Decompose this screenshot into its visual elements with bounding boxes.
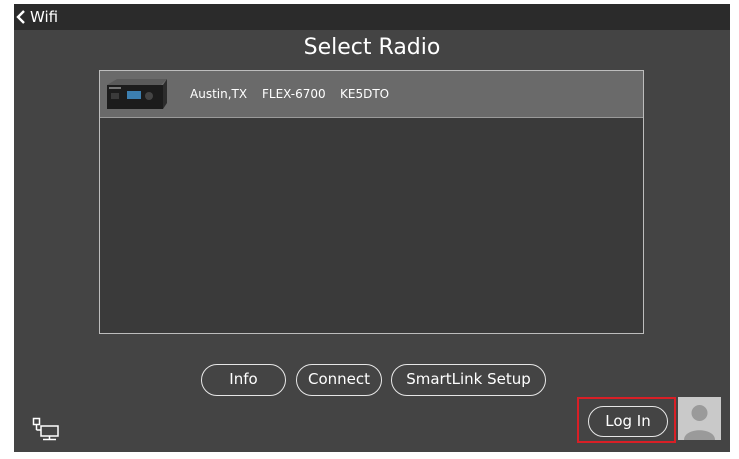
network-ethernet-icon [32, 417, 59, 441]
radio-location: Austin,TX [190, 87, 248, 101]
smartlink-setup-button[interactable]: SmartLink Setup [391, 364, 546, 396]
radio-callsign: KE5DTO [340, 87, 390, 101]
chevron-left-icon [16, 10, 25, 24]
user-avatar-icon [684, 405, 715, 440]
connect-button[interactable]: Connect [296, 364, 382, 396]
page-title: Select Radio [303, 35, 441, 60]
radio-model: FLEX-6700 [262, 87, 326, 101]
back-button[interactable]: Wifi [16, 6, 58, 28]
radio-device-icon [107, 79, 167, 109]
radio-list: Austin,TX FLEX-6700 KE5DTO [99, 70, 644, 334]
login-button[interactable]: Log In [588, 406, 668, 437]
back-label: Wifi [30, 8, 59, 26]
info-button[interactable]: Info [201, 364, 286, 396]
radio-list-item[interactable]: Austin,TX FLEX-6700 KE5DTO [100, 71, 643, 118]
top-bar: Wifi [14, 4, 730, 30]
user-avatar[interactable] [678, 397, 721, 440]
app-window: Wifi Select Radio Austin,TX FLEX-6700 KE… [14, 4, 730, 452]
